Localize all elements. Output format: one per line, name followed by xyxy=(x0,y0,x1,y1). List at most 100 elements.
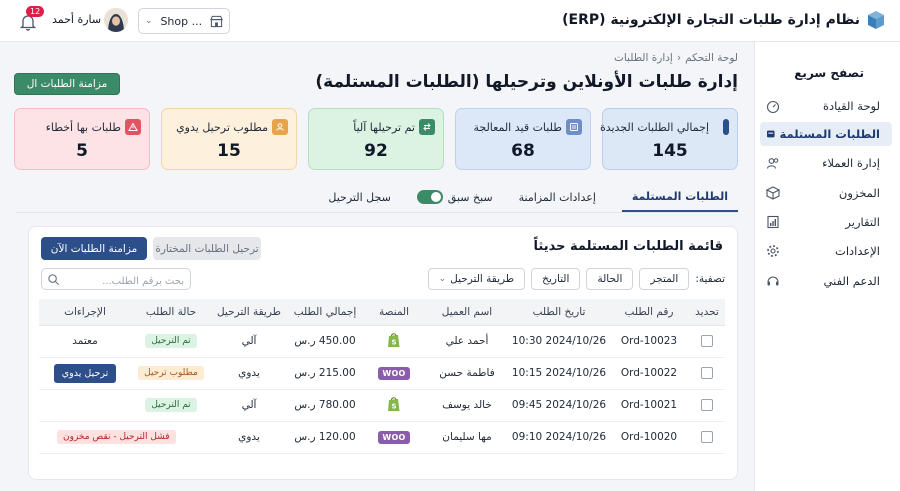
posting-method: آلي xyxy=(211,325,287,358)
filter-date[interactable]: التاريخ xyxy=(531,268,581,290)
stat-card-processing: طلبات قيد المعالجة 68 xyxy=(455,108,591,170)
order-date: 2024/10/26 10:30 xyxy=(509,325,609,358)
sidebar-item-inventory[interactable]: المخزون xyxy=(760,181,892,205)
status-badge: تم الترحيل xyxy=(145,398,197,412)
stat-value: 15 xyxy=(217,141,241,161)
customer-name: مها سليمان xyxy=(425,421,509,454)
user-alert-icon xyxy=(272,119,288,135)
svg-text:S: S xyxy=(391,338,396,346)
sidebar-item-label: الدعم الفني xyxy=(823,274,880,288)
user-name[interactable]: سارة أحمد xyxy=(52,13,101,26)
sidebar-item-received-orders[interactable]: الطلبات المستلمة xyxy=(760,122,892,146)
search-icon xyxy=(48,274,60,286)
status-badge: مطلوب ترحيل xyxy=(138,366,204,380)
posting-method: يدوي xyxy=(211,421,287,454)
users-icon xyxy=(766,158,779,169)
stat-value: 68 xyxy=(511,141,535,161)
post-selected-button[interactable]: ترحيل الطلبات المختارة xyxy=(153,237,261,260)
stat-label: إجمالي الطلبات الجديدة xyxy=(599,121,709,134)
filter-method-label: طريقة الترحيل xyxy=(450,273,515,285)
tab-pre-pull[interactable]: سبخ سبق xyxy=(416,182,493,212)
stat-card-manual-needed: مطلوب ترحيل يدوي 15 xyxy=(161,108,297,170)
filter-method[interactable]: طريقة الترحيل ⌄ xyxy=(427,268,526,290)
chevron-down-icon: ⌄ xyxy=(145,16,153,26)
search-box[interactable] xyxy=(41,268,191,292)
order-no[interactable]: Ord-10023 xyxy=(609,325,689,358)
posting-method: يدوي xyxy=(211,357,287,390)
inbox-icon xyxy=(767,130,775,138)
notification-badge: 12 xyxy=(26,6,45,17)
col-platform[interactable]: المنصة xyxy=(363,299,425,326)
stat-label: تم ترحيلها آلياً xyxy=(353,121,415,134)
sidebar-item-support[interactable]: الدعم الفني xyxy=(760,269,892,293)
order-total: 450.00 ر.س xyxy=(287,325,363,358)
col-order-no[interactable]: رقم الطلب xyxy=(609,299,689,326)
sync-orders-top-button[interactable]: مزامنة الطلبات ال xyxy=(14,73,120,95)
app-title: نظام إدارة طلبات التجارة الإلكترونية (ER… xyxy=(562,12,860,28)
pre-pull-toggle[interactable] xyxy=(416,190,443,204)
filter-store[interactable]: المتجر xyxy=(639,268,690,290)
sidebar-item-label: الطلبات المستلمة xyxy=(779,127,880,141)
sidebar: تصفح سريع لوحة القيادة الطلبات المستلمة … xyxy=(754,42,900,491)
shopify-logo-icon: S xyxy=(388,332,400,347)
tab-sync-settings[interactable]: إعدادات المزامنة xyxy=(519,182,596,212)
posting-method: آلي xyxy=(211,389,287,422)
sidebar-item-reports[interactable]: التقارير xyxy=(760,210,892,234)
row-checkbox[interactable] xyxy=(701,431,713,443)
col-status[interactable]: حالة الطلب xyxy=(131,299,211,326)
shop-selector[interactable]: ⌄ Shop ... xyxy=(138,8,230,34)
table-header-row: تحديد رقم الطلب تاريخ الطلب اسم العميل ا… xyxy=(39,299,725,326)
brand: نظام إدارة طلبات التجارة الإلكترونية (ER… xyxy=(562,10,886,30)
search-input[interactable] xyxy=(60,271,184,292)
tabs: الطلبات المستلمة إعدادات المزامنة سبخ سب… xyxy=(328,182,738,212)
row-action xyxy=(39,389,131,422)
customer-name: خالد يوسف xyxy=(425,389,509,422)
sync-now-button[interactable]: مزامنة الطلبات الآن xyxy=(41,237,147,260)
shopify-logo-icon: S xyxy=(388,396,400,411)
filter-status[interactable]: الحالة xyxy=(586,268,634,290)
row-checkbox[interactable] xyxy=(701,335,713,347)
report-icon xyxy=(767,215,779,229)
sidebar-item-dashboard[interactable]: لوحة القيادة xyxy=(760,94,892,118)
col-total[interactable]: إجمالي الطلب xyxy=(287,299,363,326)
pre-pull-label: سبخ سبق xyxy=(447,190,493,204)
col-customer[interactable]: اسم العميل xyxy=(425,299,509,326)
row-checkbox[interactable] xyxy=(701,399,713,411)
breadcrumb: لوحة التحكم ‹ إدارة الطلبات xyxy=(614,52,738,64)
order-date: 2024/10/26 10:15 xyxy=(509,357,609,390)
stat-label: مطلوب ترحيل يدوي xyxy=(176,121,268,134)
row-action: معتمد xyxy=(39,325,131,358)
tab-posting-log[interactable]: سجل الترحيل xyxy=(328,182,390,212)
stat-label: طلبات قيد المعالجة xyxy=(473,121,562,134)
sidebar-item-label: لوحة القيادة xyxy=(822,99,880,113)
order-date: 2024/10/26 09:45 xyxy=(509,389,609,422)
order-no[interactable]: Ord-10020 xyxy=(609,421,689,454)
order-total: 780.00 ر.س xyxy=(287,389,363,422)
manual-post-button[interactable]: ترحيل يدوي xyxy=(53,363,117,383)
breadcrumb-home[interactable]: لوحة التحكم xyxy=(685,52,738,64)
gear-icon xyxy=(767,245,779,257)
order-no[interactable]: Ord-10022 xyxy=(609,357,689,390)
orders-panel: قائمة الطلبات المستلمة حديثاً مزامنة الط… xyxy=(28,226,738,480)
stat-card-errors: طلبات بها أخطاء 5 xyxy=(14,108,150,170)
avatar[interactable] xyxy=(104,8,128,32)
col-order-date[interactable]: تاريخ الطلب xyxy=(509,299,609,326)
shop-selector-label: Shop ... xyxy=(160,14,203,28)
stat-card-auto-posted: تم ترحيلها آلياً 92 xyxy=(308,108,444,170)
col-select: تحديد xyxy=(689,299,725,326)
customer-name: أحمد علي xyxy=(425,325,509,358)
row-checkbox[interactable] xyxy=(701,367,713,379)
stat-value: 145 xyxy=(652,141,688,161)
sidebar-item-customers[interactable]: إدارة العملاء xyxy=(760,151,892,175)
sidebar-item-label: الإعدادات xyxy=(835,244,880,258)
cube-logo-icon xyxy=(868,11,884,29)
table-row: Ord-10023 2024/10/26 10:30 أحمد علي S 45… xyxy=(39,325,725,358)
tab-received-orders[interactable]: الطلبات المستلمة xyxy=(621,182,738,212)
col-method[interactable]: طريقة الترحيل xyxy=(211,299,287,326)
order-no[interactable]: Ord-10021 xyxy=(609,389,689,422)
top-bar: نظام إدارة طلبات التجارة الإلكترونية (ER… xyxy=(0,0,900,42)
status-badge: فشل الترحيل - نقص مخزون xyxy=(57,430,176,444)
box-icon xyxy=(766,186,780,200)
sidebar-item-settings[interactable]: الإعدادات xyxy=(760,239,892,263)
page-title: إدارة طلبات الأونلاين وترحيلها (الطلبات … xyxy=(315,72,738,92)
